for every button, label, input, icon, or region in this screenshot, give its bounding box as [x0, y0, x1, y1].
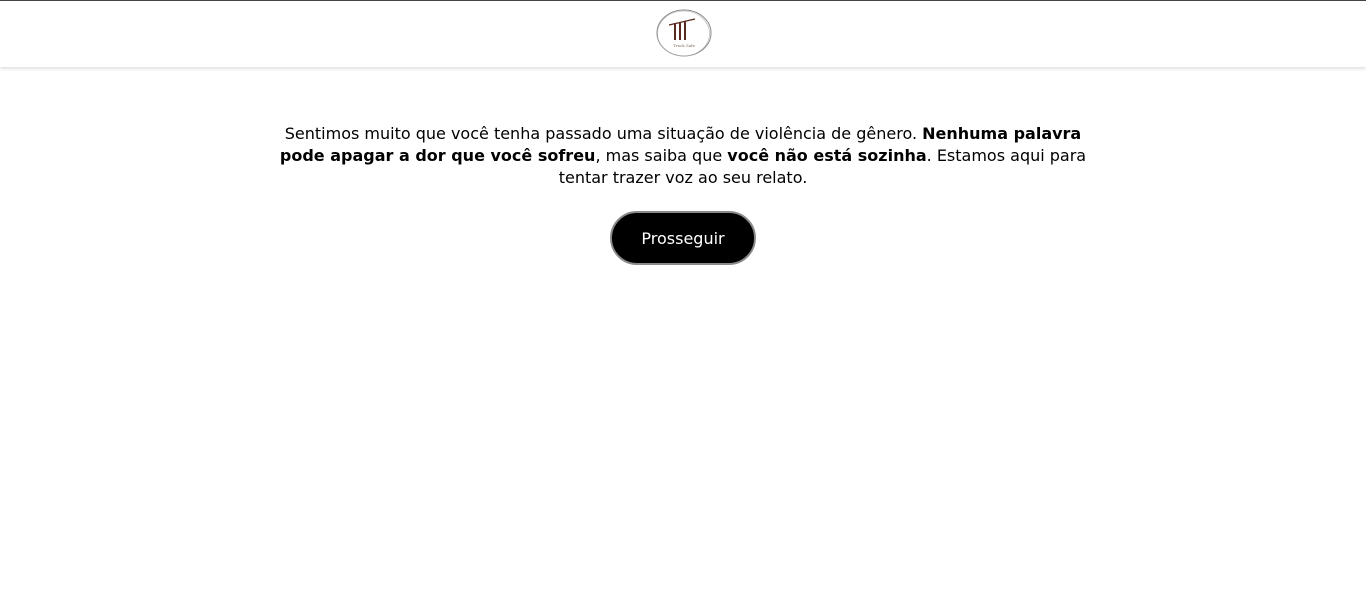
message-part-2: , mas saiba que	[595, 146, 728, 165]
logo-text: Track Safe	[673, 43, 696, 48]
proceed-button[interactable]: Prosseguir	[610, 211, 756, 265]
message-part-1: Sentimos muito que você tenha passado um…	[284, 124, 923, 143]
support-message: Sentimos muito que você tenha passado um…	[270, 123, 1096, 189]
logo[interactable]: Track Safe	[655, 7, 713, 59]
header: Track Safe	[0, 1, 1366, 67]
track-safe-logo-icon: Track Safe	[656, 9, 712, 57]
message-bold-2: você não está sozinha	[727, 146, 927, 165]
page: Track Safe Sentimos muito que você tenha…	[0, 0, 1366, 604]
